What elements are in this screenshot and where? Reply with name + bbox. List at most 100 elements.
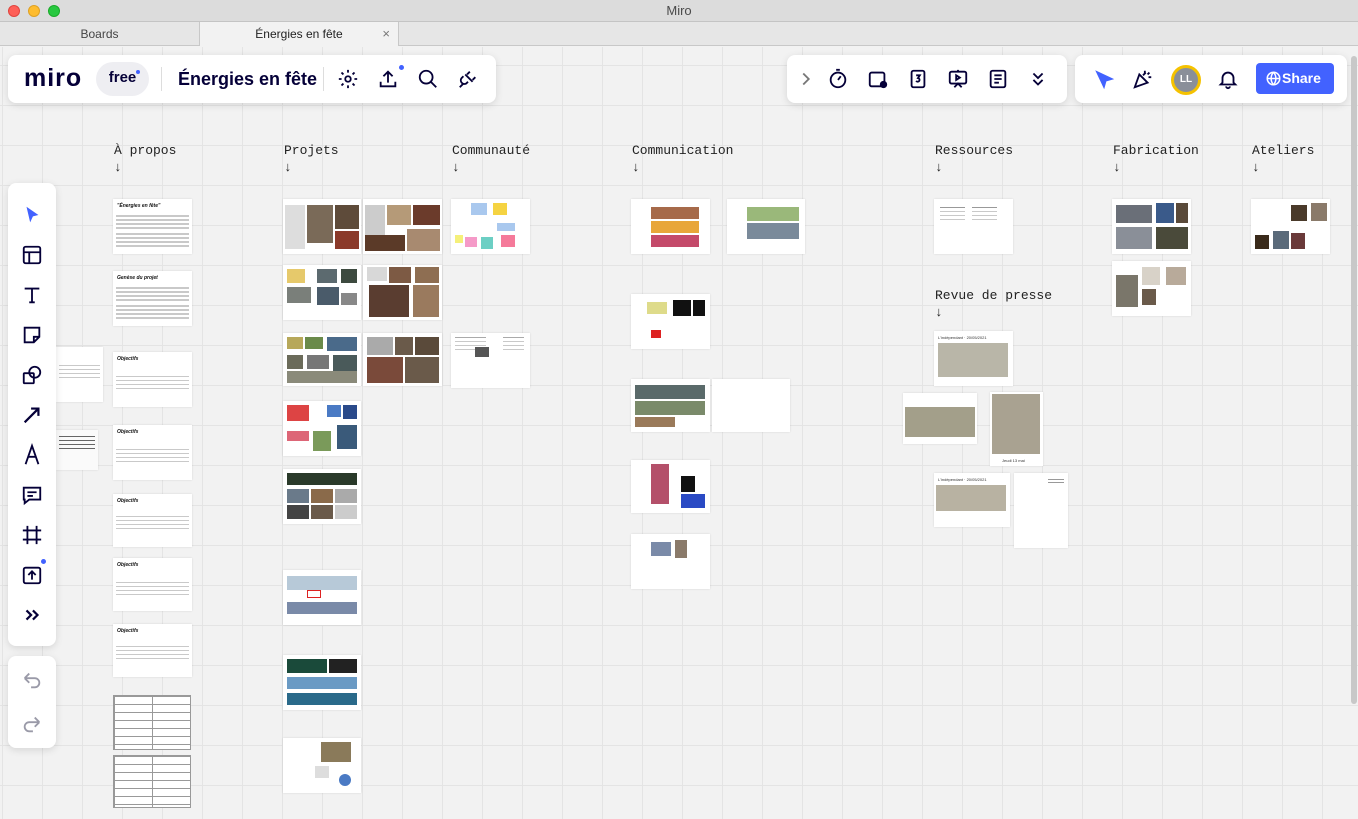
section-communaute: Communauté ↓ bbox=[452, 143, 531, 175]
text-card[interactable] bbox=[56, 347, 103, 402]
communication-card[interactable] bbox=[631, 379, 710, 432]
objectifs-card[interactable]: Objectifs bbox=[113, 624, 192, 677]
text-icon[interactable] bbox=[17, 280, 47, 310]
project-card[interactable] bbox=[363, 265, 442, 320]
project-card[interactable] bbox=[283, 738, 361, 793]
maximize-window-button[interactable] bbox=[48, 5, 60, 17]
table-card[interactable] bbox=[113, 755, 191, 808]
redo-icon[interactable] bbox=[17, 709, 47, 739]
counter-icon[interactable] bbox=[903, 64, 933, 94]
section-a-propos: À propos ↓ bbox=[114, 143, 177, 175]
search-icon[interactable] bbox=[413, 64, 443, 94]
section-ressources: Ressources ↓ bbox=[935, 143, 1014, 175]
card-icon[interactable] bbox=[863, 64, 893, 94]
press-card[interactable]: L'indépendant · 20/05/2021 bbox=[934, 473, 1010, 527]
card-title: Objectifs bbox=[117, 356, 139, 362]
share-label: Share bbox=[1282, 70, 1321, 86]
tab-boards[interactable]: Boards bbox=[0, 22, 200, 46]
sticky-note-icon[interactable] bbox=[17, 320, 47, 350]
plug-icon[interactable] bbox=[453, 64, 483, 94]
genesis-card[interactable]: Genèse du projet bbox=[113, 271, 192, 326]
objectifs-card[interactable]: Objectifs bbox=[113, 558, 192, 611]
double-chevron-down-icon[interactable] bbox=[1023, 64, 1053, 94]
objectifs-card[interactable]: Objectifs bbox=[113, 494, 192, 547]
press-card[interactable]: Jeudi 13 mai bbox=[990, 392, 1043, 466]
board-canvas[interactable]: À propos ↓ Projets ↓ Communauté ↓ Commun… bbox=[0, 47, 1358, 819]
table-card[interactable] bbox=[113, 695, 191, 750]
pen-icon[interactable] bbox=[17, 440, 47, 470]
upload-badge-icon bbox=[40, 558, 47, 565]
undo-icon[interactable] bbox=[17, 665, 47, 695]
project-card[interactable] bbox=[363, 199, 442, 254]
shapes-icon[interactable] bbox=[17, 360, 47, 390]
miro-logo[interactable]: miro bbox=[24, 64, 82, 93]
cursor-select-icon[interactable] bbox=[1089, 64, 1119, 94]
plan-badge[interactable]: free bbox=[96, 62, 149, 96]
board-header-panel: miro free Énergies en fête bbox=[8, 55, 496, 103]
title-bar: Miro bbox=[0, 0, 1358, 22]
templates-icon[interactable] bbox=[17, 240, 47, 270]
history-toolbar bbox=[8, 656, 56, 748]
notes-icon[interactable] bbox=[983, 64, 1013, 94]
communication-card[interactable] bbox=[727, 199, 805, 254]
community-card[interactable] bbox=[451, 333, 530, 388]
timer-icon[interactable] bbox=[823, 64, 853, 94]
communication-card[interactable] bbox=[631, 534, 710, 589]
press-caption: Jeudi 13 mai bbox=[1002, 458, 1025, 463]
minimize-window-button[interactable] bbox=[28, 5, 40, 17]
communication-card[interactable] bbox=[631, 294, 710, 349]
project-card[interactable] bbox=[283, 265, 361, 320]
communication-card[interactable] bbox=[712, 379, 790, 432]
tab-board-energies[interactable]: Énergies en fête × bbox=[200, 22, 399, 46]
select-icon[interactable] bbox=[17, 200, 47, 230]
board-title[interactable]: Énergies en fête bbox=[178, 69, 317, 90]
bell-icon[interactable] bbox=[1213, 64, 1243, 94]
project-card[interactable] bbox=[283, 199, 361, 254]
press-card[interactable] bbox=[903, 393, 977, 444]
communication-card[interactable] bbox=[631, 199, 710, 254]
left-toolbar bbox=[8, 183, 56, 646]
present-icon[interactable] bbox=[943, 64, 973, 94]
chevron-right-icon[interactable] bbox=[791, 64, 821, 94]
gear-icon[interactable] bbox=[333, 64, 363, 94]
app-window: Miro Boards Énergies en fête × À propos … bbox=[0, 0, 1358, 819]
comment-icon[interactable] bbox=[17, 480, 47, 510]
close-window-button[interactable] bbox=[8, 5, 20, 17]
resources-card[interactable] bbox=[934, 199, 1013, 254]
arrow-icon[interactable] bbox=[17, 400, 47, 430]
about-card[interactable]: "Énergies en fête" bbox=[113, 199, 192, 254]
press-card[interactable]: L'indépendant · 20/05/2021 bbox=[934, 331, 1013, 386]
project-card[interactable] bbox=[283, 469, 361, 524]
text-card[interactable] bbox=[56, 430, 98, 470]
objectifs-card[interactable]: Objectifs bbox=[113, 352, 192, 407]
section-ateliers: Ateliers ↓ bbox=[1252, 143, 1315, 175]
project-card[interactable] bbox=[283, 570, 361, 625]
project-card[interactable] bbox=[283, 655, 361, 710]
community-card[interactable] bbox=[451, 199, 530, 254]
project-card[interactable] bbox=[363, 333, 442, 386]
project-card[interactable] bbox=[283, 401, 361, 456]
fabrication-card[interactable] bbox=[1112, 199, 1191, 254]
press-card[interactable] bbox=[1014, 473, 1068, 548]
avatar[interactable]: LL bbox=[1171, 65, 1201, 95]
close-tab-icon[interactable]: × bbox=[382, 22, 390, 46]
plan-dot-icon bbox=[136, 70, 140, 74]
objectifs-card[interactable]: Objectifs bbox=[113, 425, 192, 480]
project-card[interactable] bbox=[283, 333, 361, 386]
card-title: Objectifs bbox=[117, 429, 139, 435]
tab-label: Boards bbox=[80, 27, 119, 41]
horizontal-scrollbar[interactable] bbox=[0, 811, 1358, 819]
more-icon[interactable] bbox=[17, 600, 47, 630]
workshop-card[interactable] bbox=[1251, 199, 1330, 254]
communication-card[interactable] bbox=[631, 460, 710, 513]
card-title: Genèse du projet bbox=[117, 275, 158, 281]
celebrate-icon[interactable] bbox=[1128, 64, 1158, 94]
frame-icon[interactable] bbox=[17, 520, 47, 550]
card-title: "Énergies en fête" bbox=[117, 203, 161, 209]
vertical-scrollbar[interactable] bbox=[1351, 56, 1357, 704]
share-button[interactable]: Share bbox=[1256, 63, 1334, 94]
section-revue-de-presse: Revue de presse ↓ bbox=[935, 288, 1053, 320]
card-title: Objectifs bbox=[117, 562, 139, 568]
section-projets: Projets ↓ bbox=[284, 143, 339, 175]
fabrication-card[interactable] bbox=[1112, 261, 1191, 316]
